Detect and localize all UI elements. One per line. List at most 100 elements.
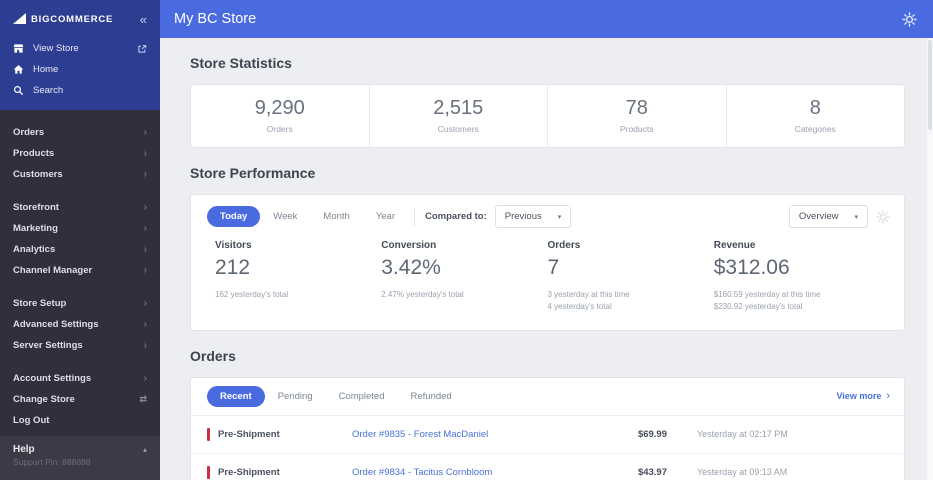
stat-value: 8 — [809, 97, 821, 119]
metric-revenue: Revenue $312.06 $160.59 yesterday at thi… — [714, 240, 880, 314]
metric-orders: Orders 7 3 yesterday at this time 4 yest… — [548, 240, 714, 314]
header: My BC Store — [160, 0, 933, 38]
nav-label: Channel Manager — [13, 265, 93, 276]
metric-value: 212 — [215, 256, 251, 279]
scrollbar-thumb[interactable] — [928, 40, 932, 130]
stat-products: 78 Products — [547, 85, 726, 147]
metric-value: 3.42% — [381, 256, 441, 279]
bigcommerce-logo: BIGCOMMERCE — [13, 13, 113, 25]
sidebar-item-view-store[interactable]: View Store — [0, 38, 160, 59]
compared-to-select[interactable]: Previous ▾ — [494, 205, 572, 228]
view-more-label: View more — [836, 391, 882, 402]
status-label: Pre-Shipment — [218, 466, 280, 478]
metric-label: Conversion — [381, 240, 437, 251]
stat-label: Categories — [794, 124, 836, 134]
sidebar-item-analytics[interactable]: Analytics › — [0, 239, 160, 260]
chevron-right-icon: › — [143, 265, 147, 276]
stat-categories: 8 Categories — [725, 85, 905, 147]
store-statistics-card: 9,290 Orders 2,515 Customers 78 Products… — [190, 84, 905, 148]
sidebar-item-change-store[interactable]: Change Store ⇄ — [0, 389, 160, 410]
stat-orders: 9,290 Orders — [191, 85, 369, 147]
sidebar-item-account-settings[interactable]: Account Settings › — [0, 368, 160, 389]
swap-icon: ⇄ — [139, 394, 147, 404]
logo-row: BIGCOMMERCE « — [0, 0, 160, 38]
nav-group-account: Account Settings › Change Store ⇄ Log Out — [0, 368, 160, 431]
metric-sub — [381, 301, 547, 313]
metric-sub: $230.92 yesterday's total — [713, 302, 803, 312]
sidebar-item-storefront[interactable]: Storefront › — [0, 197, 160, 218]
order-link[interactable]: Order #9835 - Forest MacDaniel — [352, 429, 592, 440]
sidebar-item-home[interactable]: Home — [0, 59, 160, 80]
order-total: $69.99 — [637, 428, 667, 440]
search-icon — [13, 85, 24, 96]
tab-refunded[interactable]: Refunded — [398, 386, 465, 407]
view-more-link[interactable]: View more › — [836, 390, 890, 402]
nav-label: Advanced Settings — [13, 319, 99, 330]
chevron-right-icon: › — [143, 148, 147, 159]
sidebar-item-log-out[interactable]: Log Out — [0, 410, 160, 431]
help-panel[interactable]: Help ▴ Support Pin: 888888 — [0, 436, 160, 480]
sidebar-item-orders[interactable]: Orders › — [0, 122, 160, 143]
tab-month[interactable]: Month — [310, 206, 362, 227]
tab-recent[interactable]: Recent — [207, 385, 265, 407]
sidebar-collapse-icon[interactable]: « — [140, 13, 147, 26]
nav-label: Storefront — [13, 202, 59, 213]
orders-heading: Orders — [190, 347, 236, 364]
sidebar-item-channel-manager[interactable]: Channel Manager › — [0, 260, 160, 281]
order-time: Yesterday at 09:13 AM — [697, 467, 788, 478]
logo-text: BIGCOMMERCE — [31, 13, 114, 25]
help-title: Help — [13, 444, 35, 455]
support-pin: Support Pin: 888888 — [13, 457, 91, 467]
metric-sub: $160.59 yesterday at this time — [713, 290, 821, 299]
tab-today[interactable]: Today — [207, 206, 261, 227]
stat-label: Orders — [266, 124, 293, 134]
scrollbar[interactable] — [927, 38, 933, 480]
caret-up-icon: ▴ — [142, 445, 147, 454]
app-window: BIGCOMMERCE « View Store Home Search Ord… — [0, 0, 933, 480]
tab-year[interactable]: Year — [363, 206, 408, 227]
metric-label: Revenue — [713, 240, 756, 251]
performance-gear-icon[interactable] — [876, 209, 890, 224]
tab-completed[interactable]: Completed — [326, 386, 398, 407]
metric-label: Visitors — [215, 240, 252, 251]
chevron-right-icon: › — [143, 169, 147, 180]
search-label: Search — [33, 85, 64, 96]
chevron-right-icon: › — [143, 373, 147, 384]
order-link[interactable]: Order #9834 - Tacitus Cornbloom — [352, 467, 592, 478]
chevron-right-icon: › — [143, 127, 147, 138]
sidebar-item-products[interactable]: Products › — [0, 143, 160, 164]
store-performance-card: Today Week Month Year Compared to: Previ… — [190, 194, 905, 331]
tab-week[interactable]: Week — [260, 206, 310, 227]
sidebar-item-store-setup[interactable]: Store Setup › — [0, 293, 160, 314]
sidebar-nav: Orders › Products › Customers › Storefront ›… — [0, 110, 160, 431]
nav-label: Analytics — [13, 244, 56, 255]
sidebar-item-advanced-settings[interactable]: Advanced Settings › — [0, 314, 160, 335]
sidebar-item-server-settings[interactable]: Server Settings › — [0, 335, 160, 356]
stat-value: 2,515 — [433, 97, 484, 119]
compared-to-label: Compared to: — [425, 211, 487, 222]
chevron-right-icon: › — [143, 319, 147, 330]
sidebar: BIGCOMMERCE « View Store Home Search Ord… — [0, 0, 160, 480]
page-title: My BC Store — [174, 11, 257, 27]
caret-down-icon: ▾ — [854, 213, 858, 221]
nav-label: Account Settings — [13, 373, 92, 384]
metric-sub: 4 yesterday's total — [547, 302, 612, 312]
metric-value: 7 — [547, 256, 560, 279]
store-statistics-heading: Store Statistics — [190, 55, 292, 71]
sidebar-item-search[interactable]: Search — [0, 80, 160, 101]
nav-label: Customers — [13, 169, 63, 180]
chevron-right-icon: › — [143, 202, 147, 213]
orders-tabs: Recent Pending Completed Refunded View m… — [191, 378, 904, 416]
tab-pending[interactable]: Pending — [265, 386, 326, 407]
sidebar-top-section: BIGCOMMERCE « View Store Home Search — [0, 0, 160, 110]
sidebar-item-customers[interactable]: Customers › — [0, 164, 160, 185]
external-link-icon[interactable] — [137, 44, 147, 54]
home-icon — [13, 64, 24, 75]
overview-select[interactable]: Overview ▾ — [788, 205, 868, 228]
sidebar-item-marketing[interactable]: Marketing › — [0, 218, 160, 239]
metric-sub: 162 yesterday's total — [215, 290, 289, 299]
view-store-label: View Store — [33, 43, 79, 54]
status-bar — [207, 427, 210, 441]
settings-gear-icon[interactable] — [902, 11, 917, 27]
stat-customers: 2,515 Customers — [368, 85, 548, 147]
